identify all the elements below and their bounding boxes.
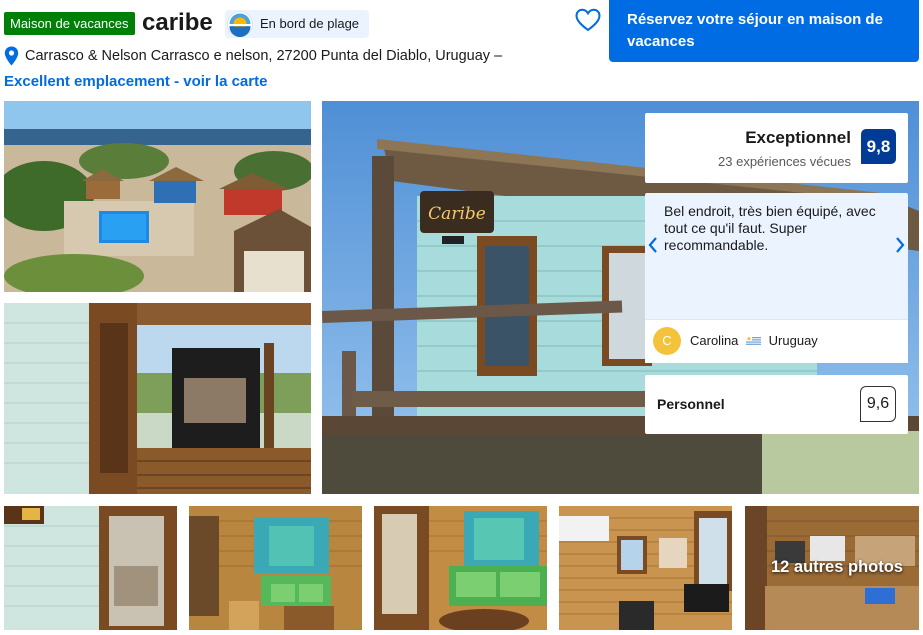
reviewer-line: Carolina Uruguay bbox=[690, 333, 818, 348]
rating-word: Exceptionnel bbox=[745, 128, 851, 147]
photo-thumb-porch-door[interactable] bbox=[4, 506, 177, 630]
property-address: Carrasco & Nelson Carrasco e nelson, 272… bbox=[25, 48, 503, 64]
beachfront-label: En bord de plage bbox=[260, 16, 360, 31]
review-quote: Bel endroit, très bien équipé, avec tout… bbox=[664, 203, 876, 253]
reviewer-name: Carolina bbox=[690, 333, 739, 348]
map-link[interactable]: Excellent emplacement - voir la carte bbox=[4, 71, 267, 93]
reviewer-info: C Carolina Uruguay bbox=[645, 319, 908, 363]
chevron-right-icon[interactable] bbox=[895, 237, 905, 253]
beach-sunset-icon bbox=[227, 11, 253, 37]
beachfront-chip: En bord de plage bbox=[225, 10, 369, 38]
property-type-badge: Maison de vacances bbox=[4, 12, 135, 35]
photo-thumb-kitchen-wall[interactable] bbox=[559, 506, 732, 630]
subscore-value: 9,6 bbox=[860, 386, 896, 422]
reviewer-country: Uruguay bbox=[768, 333, 818, 348]
subscore-label: Personnel bbox=[657, 396, 725, 412]
caribe-sign-text: Caribe bbox=[428, 204, 486, 224]
review-score-badge: 9,8 bbox=[861, 129, 896, 164]
reviewer-avatar: C bbox=[653, 327, 681, 355]
more-photos-label[interactable]: 12 autres photos bbox=[771, 558, 903, 577]
photo-porch-grill[interactable] bbox=[4, 303, 311, 494]
photo-thumb-kitchen[interactable]: 12 autres photos bbox=[745, 506, 919, 630]
review-score-card[interactable]: Exceptionnel 23 expériences vécues 9,8 bbox=[645, 113, 908, 183]
location-pin-icon bbox=[4, 46, 19, 66]
uruguay-flag-icon bbox=[746, 334, 762, 346]
photo-pool-aerial[interactable] bbox=[4, 101, 311, 292]
heart-icon[interactable] bbox=[575, 8, 601, 32]
photo-thumb-living-room[interactable] bbox=[189, 506, 362, 630]
property-name: caribe bbox=[142, 9, 213, 36]
review-count: 23 expériences vécues bbox=[718, 154, 851, 169]
photo-thumb-sofa[interactable] bbox=[374, 506, 547, 630]
subscore-card: Personnel 9,6 bbox=[645, 375, 908, 434]
featured-review-card: Bel endroit, très bien équipé, avec tout… bbox=[645, 193, 908, 363]
chevron-left-icon[interactable] bbox=[648, 237, 658, 253]
reserve-button[interactable]: Réservez votre séjour en maison de vacan… bbox=[609, 0, 919, 62]
